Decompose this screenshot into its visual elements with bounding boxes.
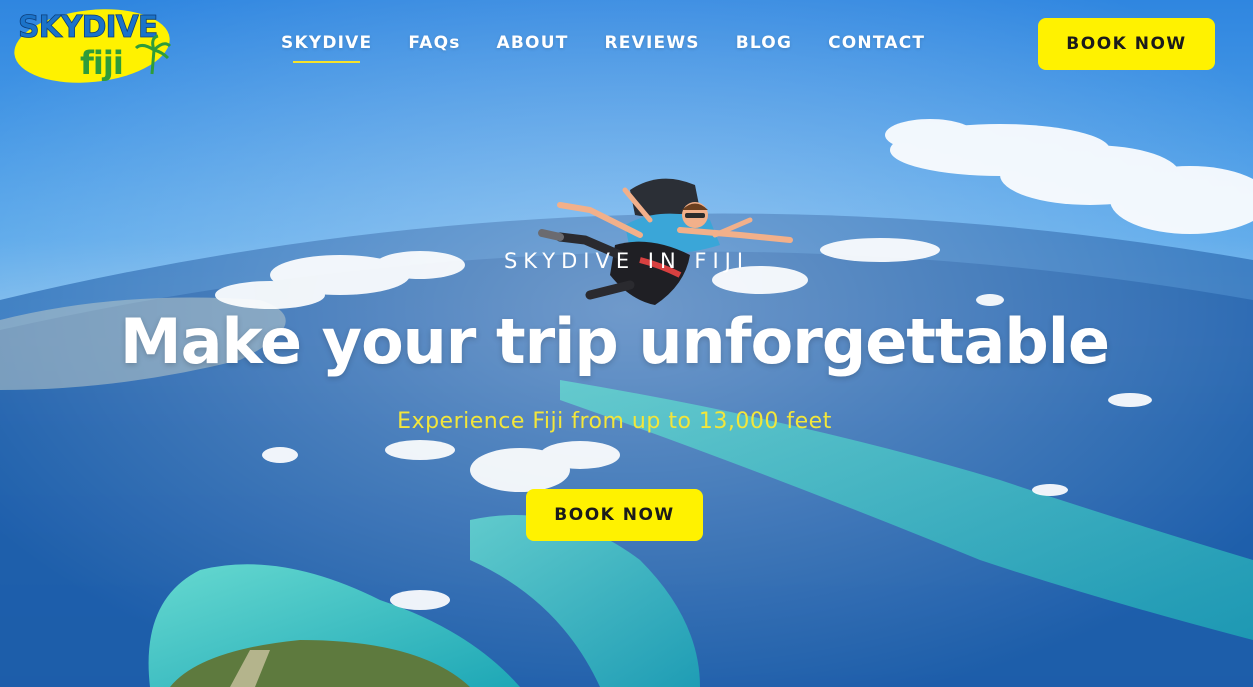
skydive-fiji-logo[interactable]: SKYDIVE fiji — [12, 2, 172, 86]
svg-text:SKYDIVE: SKYDIVE — [18, 10, 157, 45]
svg-text:fiji: fiji — [80, 44, 123, 82]
hero-headline: Make your trip unforgettable — [119, 305, 1110, 378]
nav-item-contact[interactable]: CONTACT — [810, 30, 943, 60]
nav-item-about[interactable]: ABOUT — [479, 30, 587, 60]
main-nav: SKYDIVE FAQs ABOUT REVIEWS BLOG CONTACT — [263, 30, 943, 63]
hero-book-now-button[interactable]: BOOK NOW — [526, 489, 703, 541]
nav-item-reviews[interactable]: REVIEWS — [587, 30, 718, 60]
hero-section: SKYDIVE fiji SKYDIVE FAQs ABOUT REVIEWS … — [0, 0, 1253, 687]
header-book-now-button[interactable]: BOOK NOW — [1038, 18, 1215, 70]
nav-item-skydive[interactable]: SKYDIVE — [263, 30, 390, 63]
nav-item-faqs[interactable]: FAQs — [390, 30, 478, 60]
hero-eyebrow: SKYDIVE IN FIJI — [503, 249, 750, 273]
skydiver-image — [538, 178, 793, 305]
hero-subheadline: Experience Fiji from up to 13,000 feet — [397, 409, 832, 434]
nav-item-blog[interactable]: BLOG — [718, 30, 810, 60]
